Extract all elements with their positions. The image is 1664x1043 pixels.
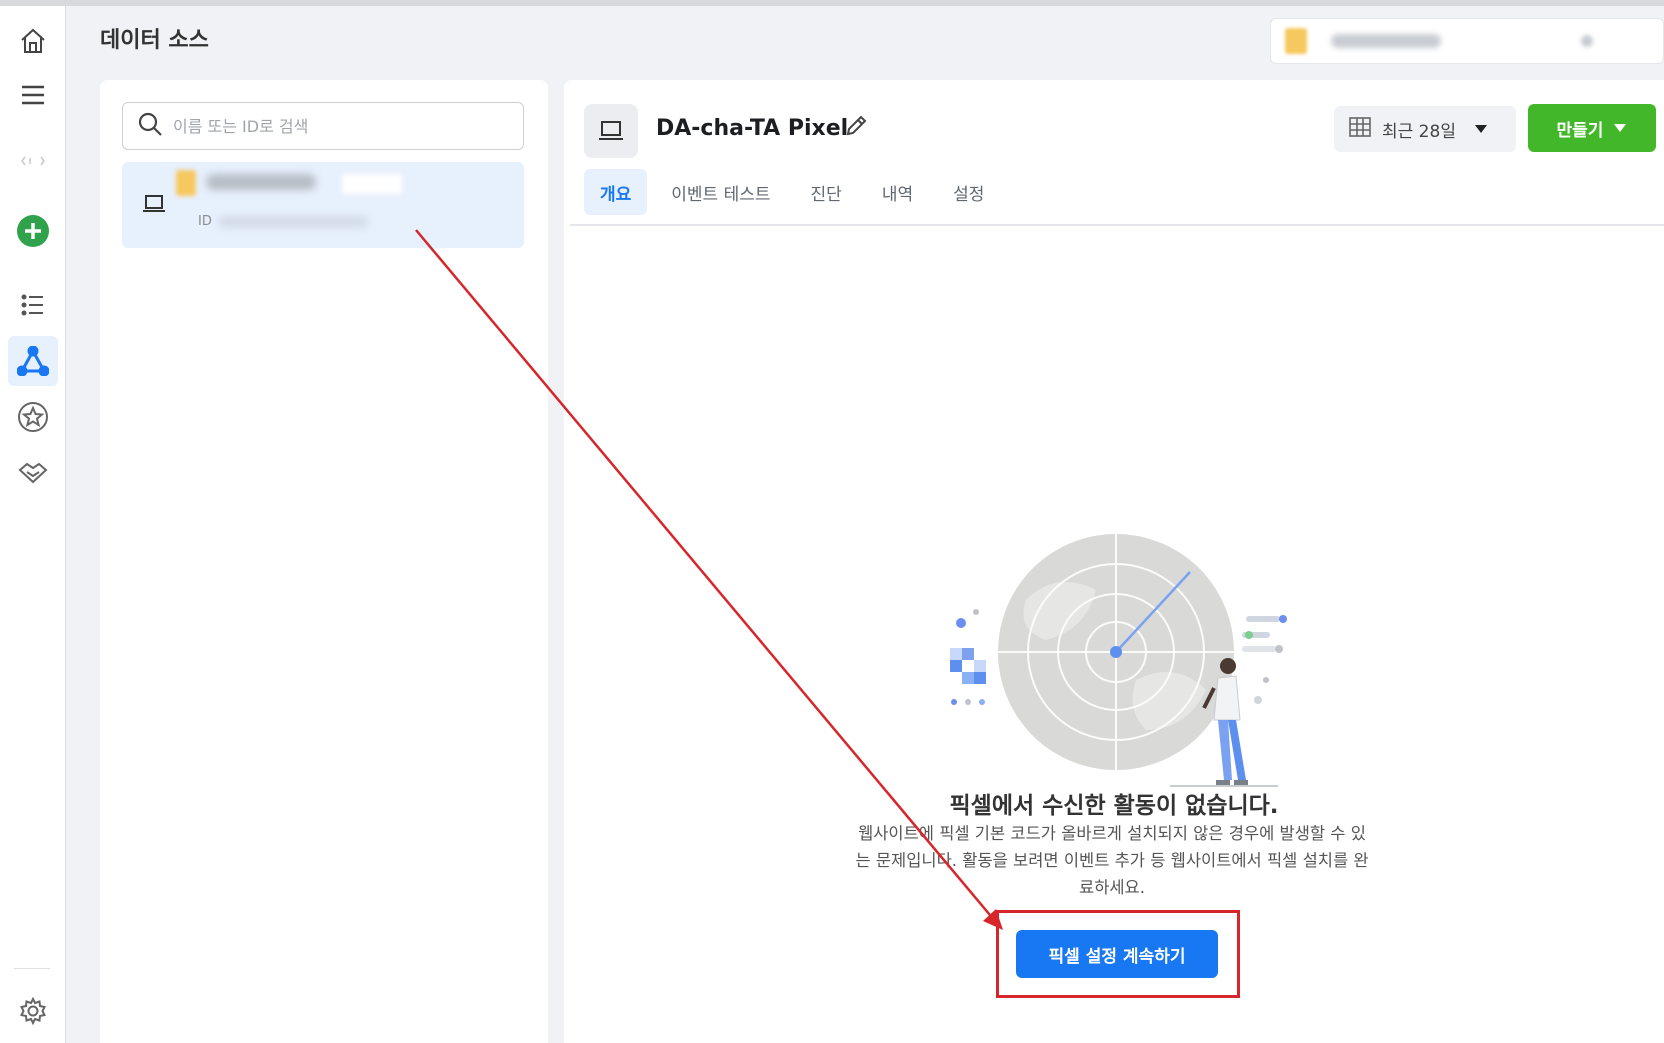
date-range-label: 최근 28일 xyxy=(1382,121,1456,142)
tab-1[interactable]: 이벤트 테스트 xyxy=(655,169,786,215)
caret-down-icon xyxy=(1474,119,1488,139)
caret-down-icon xyxy=(1613,118,1627,138)
list-item[interactable]: ID xyxy=(122,162,524,248)
add-icon[interactable] xyxy=(8,206,58,256)
date-range-selector[interactable]: 최근 28일 xyxy=(1334,106,1516,152)
account-selector[interactable] xyxy=(1270,18,1664,64)
pixel-detail-panel: DA-cha-TA Pixel 최근 28일 만들기 개요 이벤트 테스트 진단 내역… xyxy=(564,80,1664,1043)
empty-state-title: 픽셀에서 수신한 활동이 없습니다. xyxy=(949,793,1279,819)
left-nav-rail xyxy=(0,6,66,1043)
source-id-label: ID xyxy=(198,214,212,229)
create-button-label: 만들기 xyxy=(1556,120,1604,141)
gear-icon[interactable] xyxy=(8,986,58,1036)
account-avatar xyxy=(1285,28,1307,54)
star-icon[interactable] xyxy=(8,392,58,442)
account-name-redacted xyxy=(1331,34,1441,48)
computer-icon xyxy=(584,104,638,158)
data-source-list-panel: ID xyxy=(100,80,548,1043)
computer-icon xyxy=(136,186,172,222)
list-icon[interactable] xyxy=(8,280,58,330)
page-title: 데이터 소스 xyxy=(100,28,209,53)
rail-divider xyxy=(14,968,50,969)
tab-divider xyxy=(570,224,1664,226)
source-logo-redacted xyxy=(176,170,196,196)
source-id-redacted xyxy=(218,216,368,228)
search-input[interactable] xyxy=(173,116,513,136)
pencil-icon[interactable] xyxy=(844,114,868,142)
source-name-redacted xyxy=(206,174,316,190)
top-border xyxy=(0,0,1664,6)
chevron-down-icon xyxy=(1581,35,1593,47)
search-box[interactable] xyxy=(122,102,524,150)
search-icon xyxy=(137,111,163,141)
radar-illustration xyxy=(950,534,1287,787)
home-icon[interactable] xyxy=(8,16,58,66)
create-button[interactable]: 만들기 xyxy=(1528,104,1656,152)
empty-state-description: 웹사이트에 픽셀 기본 코드가 올바르게 설치되지 않은 경우에 발생할 수 있… xyxy=(855,824,1369,897)
detail-tabs: 개요 이벤트 테스트 진단 내역 설정 xyxy=(584,168,1008,216)
handshake-icon[interactable] xyxy=(8,448,58,498)
data-sources-icon[interactable] xyxy=(8,336,58,386)
tab-4[interactable]: 설정 xyxy=(937,169,1000,215)
menu-icon[interactable] xyxy=(8,70,58,120)
pixel-name: DA-cha-TA Pixel xyxy=(656,116,849,141)
tab-2[interactable]: 진단 xyxy=(795,169,858,215)
tab-3[interactable]: 내역 xyxy=(866,169,929,215)
annotation-highlight-box xyxy=(996,910,1240,998)
calendar-grid-icon xyxy=(1348,115,1372,144)
collapse-icon[interactable] xyxy=(8,136,58,186)
tab-0[interactable]: 개요 xyxy=(584,169,648,215)
